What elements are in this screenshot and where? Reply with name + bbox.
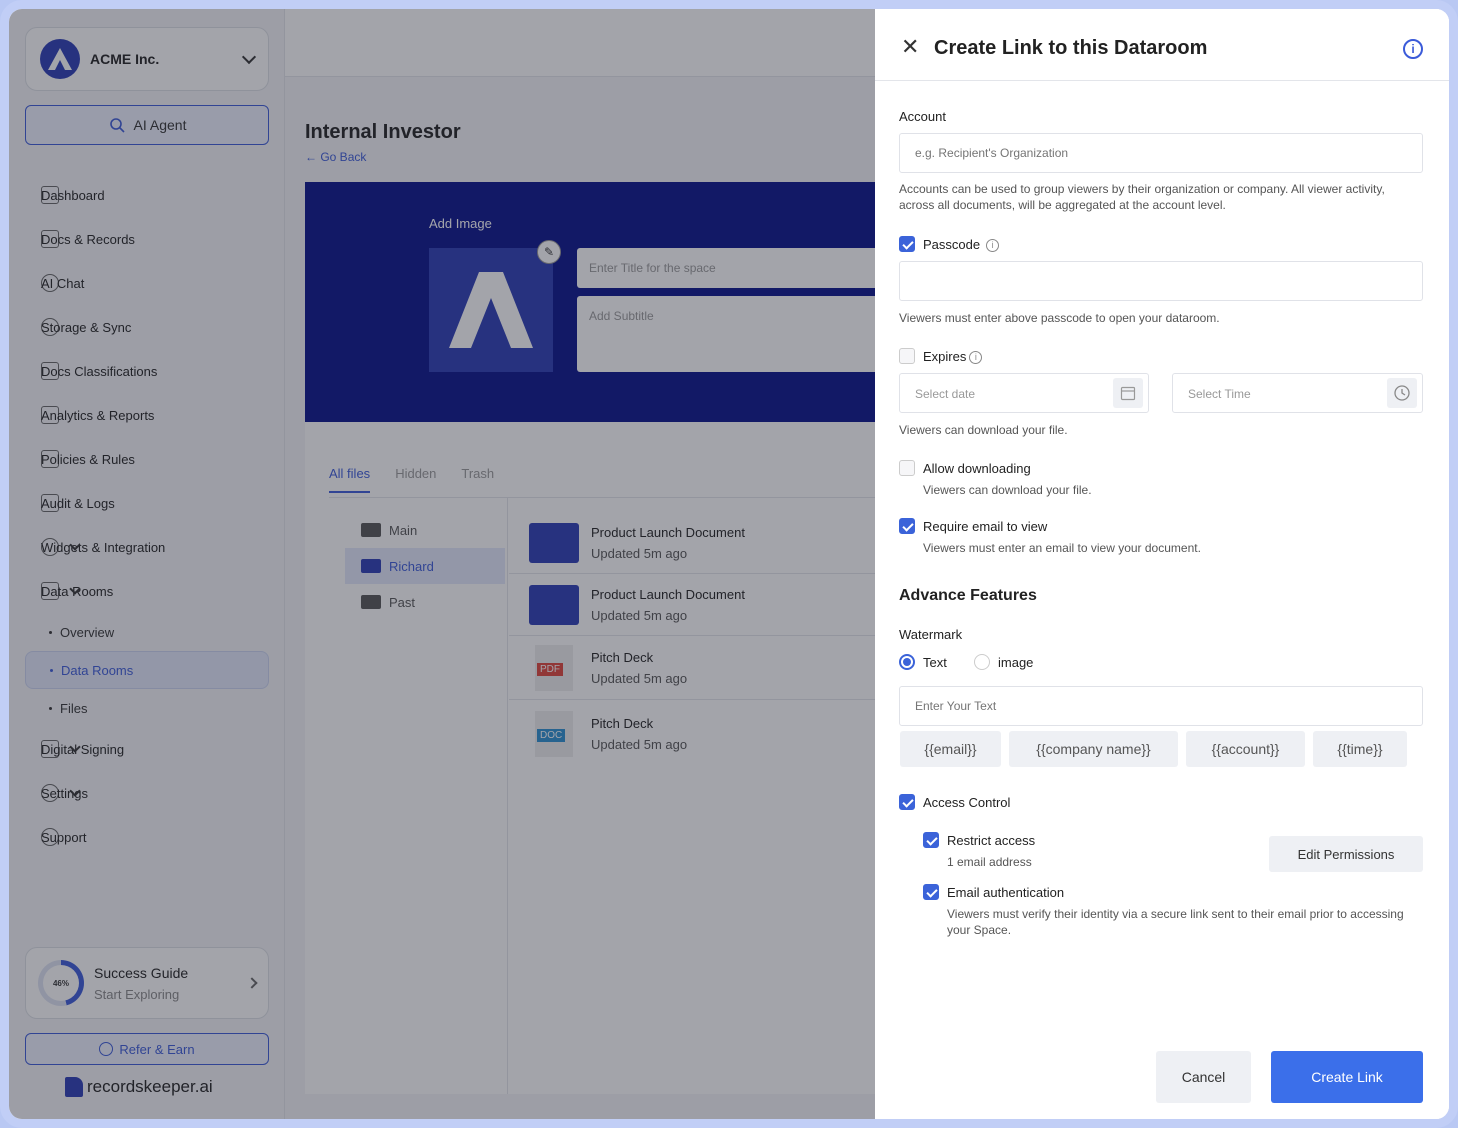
watermark-image-radio[interactable] (974, 654, 990, 670)
token-account-chip[interactable]: {{account}} (1186, 731, 1305, 767)
account-input[interactable] (899, 133, 1423, 173)
expires-hint: Viewers can download your file. (899, 423, 1068, 437)
passcode-hint: Viewers must enter above passcode to ope… (899, 311, 1220, 325)
passcode-label: Passcode (923, 237, 981, 252)
token-company-chip[interactable]: {{company name}} (1009, 731, 1178, 767)
cancel-button[interactable]: Cancel (1156, 1051, 1251, 1103)
expires-label: Expires (923, 349, 967, 364)
token-time-chip[interactable]: {{time}} (1313, 731, 1407, 767)
account-hint: Accounts can be used to group viewers by… (899, 182, 1385, 212)
info-icon[interactable]: i (1403, 39, 1423, 59)
email-authentication-label: Email authentication (947, 885, 1065, 900)
require-email-checkbox[interactable] (899, 518, 915, 534)
require-email-hint: Viewers must enter an email to view your… (923, 541, 1201, 555)
panel-header: ✕ Create Link to this Dataroom i (875, 9, 1449, 81)
email-authentication-checkbox[interactable] (923, 884, 939, 900)
close-icon[interactable]: ✕ (901, 36, 919, 58)
panel-title: Create Link to this Dataroom (934, 37, 1208, 59)
create-link-button[interactable]: Create Link (1271, 1051, 1423, 1103)
token-email-chip[interactable]: {{email}} (900, 731, 1001, 767)
access-control-label: Access Control (923, 795, 1011, 810)
info-icon[interactable]: i (986, 239, 1000, 253)
watermark-text-radio[interactable] (899, 654, 915, 670)
expires-checkbox[interactable] (899, 348, 915, 364)
clock-icon[interactable] (1387, 378, 1417, 408)
modal-backdrop[interactable] (9, 9, 875, 1119)
passcode-input[interactable] (899, 261, 1423, 301)
create-link-panel: ✕ Create Link to this Dataroom i Account… (875, 9, 1449, 1119)
date-input[interactable]: Select date (899, 373, 1149, 413)
passcode-label-row: Passcode i (923, 237, 1000, 253)
watermark-image-label: image (998, 655, 1034, 670)
allow-downloading-checkbox[interactable] (899, 460, 915, 476)
restrict-access-checkbox[interactable] (923, 832, 939, 848)
time-input[interactable]: Select Time (1172, 373, 1423, 413)
advance-features-heading: Advance Features (899, 587, 1037, 604)
watermark-text-input[interactable] (899, 686, 1423, 726)
watermark-text-label: Text (923, 655, 947, 670)
calendar-icon[interactable] (1113, 378, 1143, 408)
expires-label-row: Expires i (923, 349, 983, 365)
watermark-label: Watermark (899, 627, 963, 642)
allow-downloading-hint: Viewers can download your file. (923, 483, 1092, 497)
email-authentication-hint: Viewers must verify their identity via a… (947, 907, 1404, 937)
edit-permissions-button[interactable]: Edit Permissions (1269, 836, 1423, 872)
info-icon[interactable]: i (969, 351, 983, 365)
restrict-access-label: Restrict access (947, 833, 1036, 848)
account-label: Account (899, 109, 946, 124)
allow-downloading-label: Allow downloading (923, 461, 1031, 476)
access-control-checkbox[interactable] (899, 794, 915, 810)
passcode-checkbox[interactable] (899, 236, 915, 252)
require-email-label: Require email to view (923, 519, 1048, 534)
restrict-access-hint: 1 email address (947, 855, 1032, 869)
